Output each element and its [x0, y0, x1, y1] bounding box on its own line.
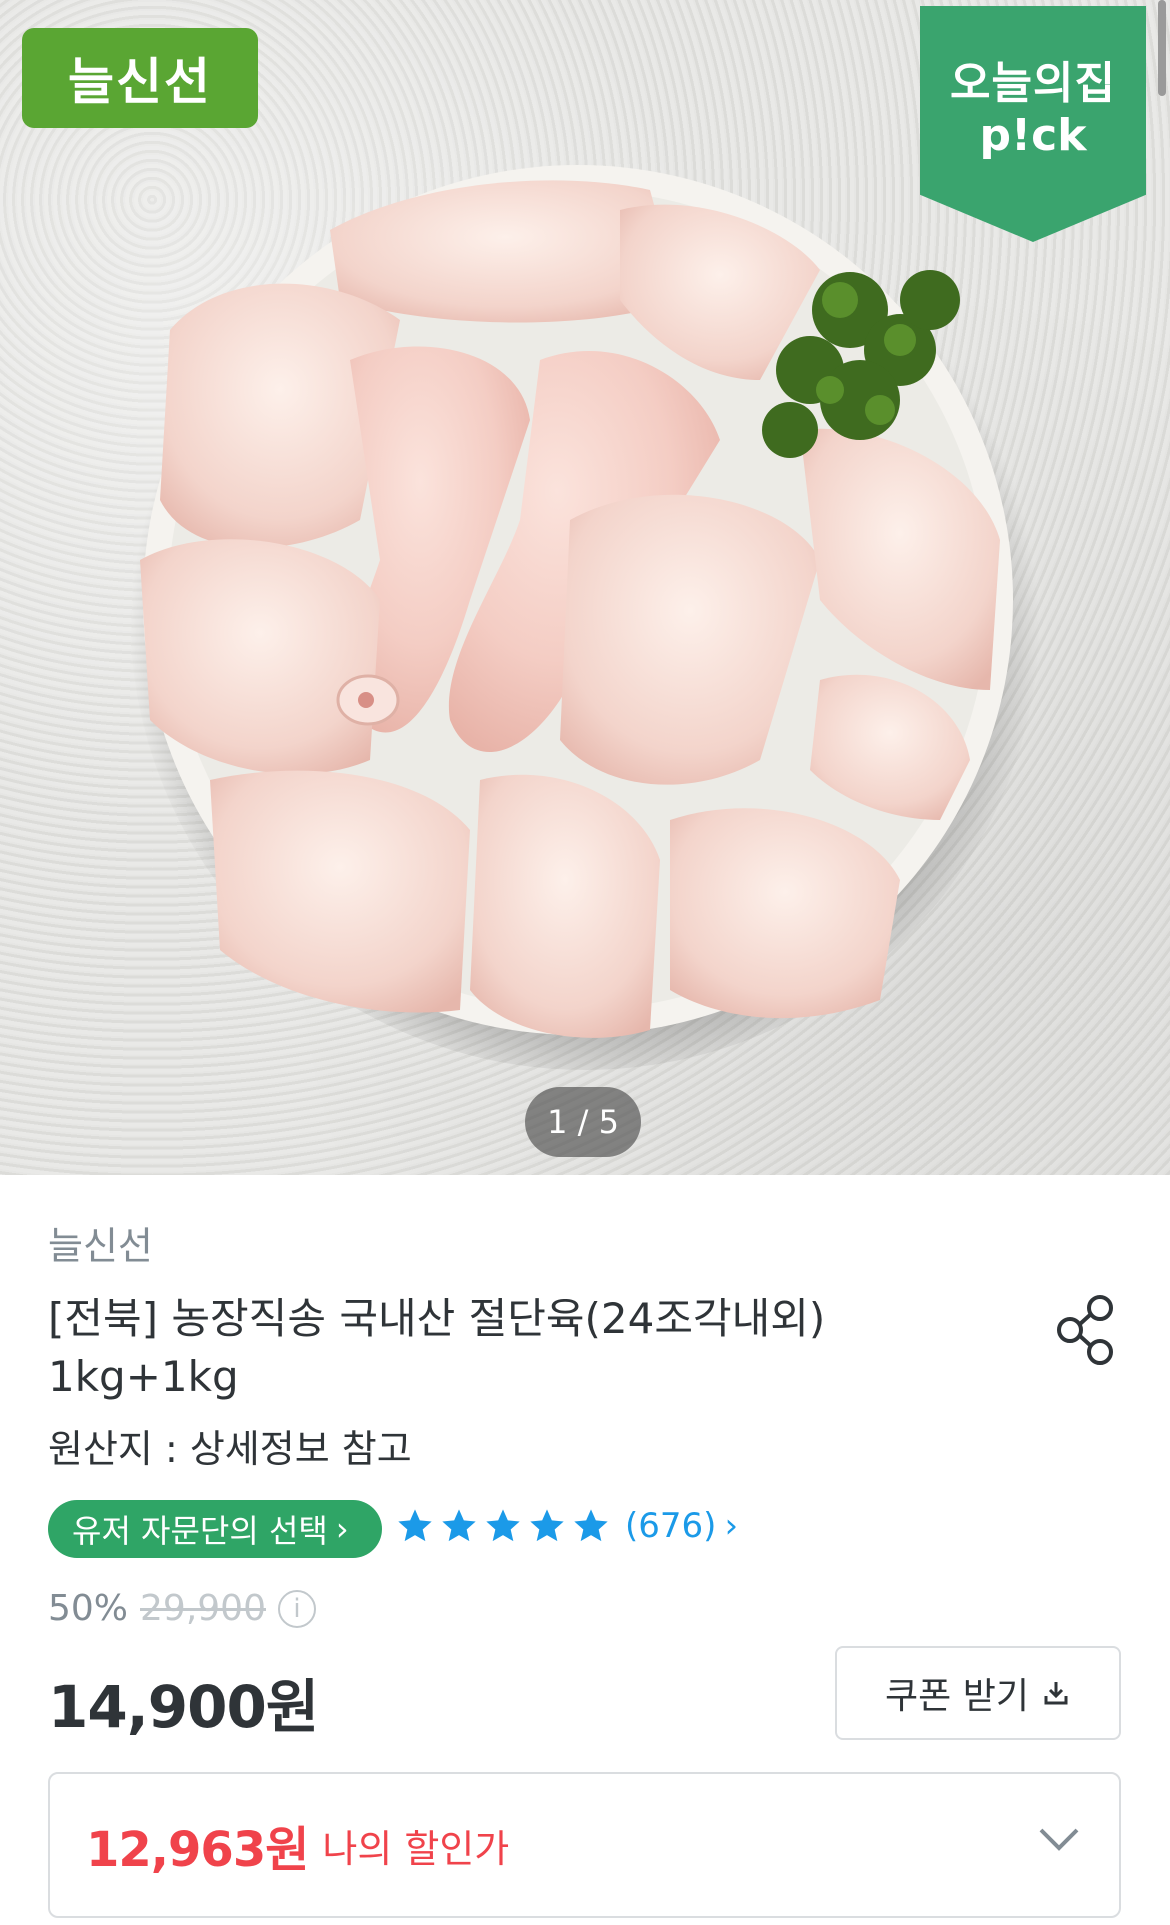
sale-price: 14,900원 [48, 1673, 319, 1741]
rating-summary[interactable]: (676) › [395, 1506, 738, 1546]
product-title: [전북] 농장직송 국내산 절단육(24조각내외) 1kg+1kg [48, 1294, 826, 1401]
seller-badge: 늘신선 [22, 28, 258, 128]
star-icon [486, 1509, 520, 1542]
discount-rate: 50% [48, 1588, 129, 1629]
info-icon[interactable]: i [277, 1589, 316, 1628]
share-button[interactable] [1050, 1290, 1122, 1370]
image-counter: 1 / 5 [525, 1087, 641, 1157]
chevron-right-icon: › [335, 1510, 349, 1548]
download-icon [1044, 1682, 1068, 1705]
star-icon [442, 1509, 476, 1542]
product-image-gallery[interactable]: 늘신선 오늘의집 p!ck 1 / 5 [0, 0, 1170, 1175]
star-icon [574, 1509, 608, 1542]
chevron-down-icon [1039, 1828, 1079, 1851]
coupon-button-label: 쿠폰 받기 [885, 1676, 1029, 1717]
star-icon [398, 1509, 432, 1542]
pick-badge-subtitle: p!ck [979, 110, 1087, 161]
original-price: 29,900 [140, 1588, 266, 1629]
advisor-choice-chip[interactable]: 유저 자문단의 선택 › [48, 1500, 382, 1558]
star-icon [530, 1509, 564, 1542]
scrollbar[interactable] [1158, 0, 1166, 96]
advisor-choice-label: 유저 자문단의 선택 [72, 1512, 328, 1550]
chevron-right-icon: › [724, 1506, 739, 1546]
my-discount-price-label: 나의 할인가 [322, 1826, 510, 1871]
pick-badge-title: 오늘의집 [950, 58, 1116, 109]
discount-row: 50% 29,900 i [48, 1588, 316, 1629]
my-discount-price: 12,963원 [86, 1822, 309, 1878]
my-discount-price-box[interactable]: 12,963원 나의 할인가 [48, 1772, 1121, 1918]
coupon-button[interactable]: 쿠폰 받기 [835, 1646, 1121, 1740]
pick-badge: 오늘의집 p!ck [920, 6, 1146, 242]
review-count: (676) [625, 1506, 717, 1546]
brand-name[interactable]: 늘신선 [48, 1215, 153, 1270]
share-icon [1057, 1295, 1113, 1365]
origin-info: 원산지 : 상세정보 참고 [48, 1427, 412, 1471]
